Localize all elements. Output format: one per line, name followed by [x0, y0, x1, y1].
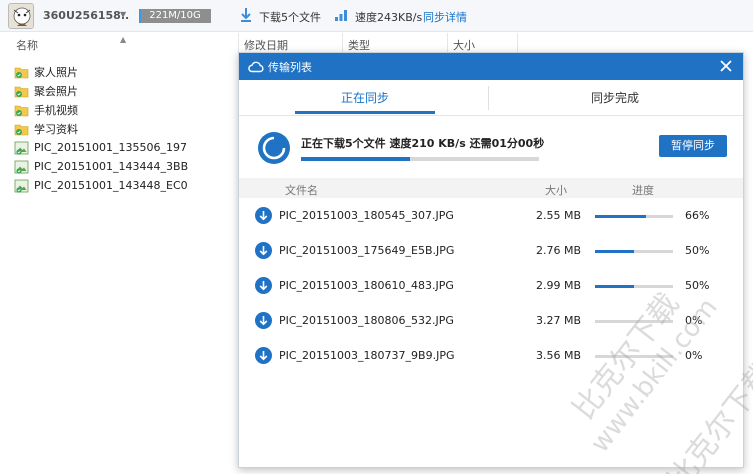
sync-details-link[interactable]: 同步详情 — [423, 9, 467, 25]
transfer-tabs: 正在同步 同步完成 — [239, 80, 743, 116]
column-divider[interactable] — [342, 33, 343, 53]
sync-folder-icon — [14, 67, 29, 78]
transfer-progress-bar — [595, 215, 673, 218]
column-header-name[interactable]: 名称 — [16, 37, 38, 53]
column-header-modified[interactable]: 修改日期 — [244, 37, 288, 53]
transfer-percent: 50% — [685, 279, 710, 292]
transfer-percent: 66% — [685, 209, 710, 222]
transfer-filename: PIC_20151003_180737_9B9.JPG — [279, 349, 455, 362]
download-arrow-icon — [241, 8, 251, 22]
transfer-progress-fill — [595, 285, 634, 288]
list-item[interactable]: 聚会照片 — [14, 81, 234, 100]
header-filename: 文件名 — [285, 184, 318, 197]
transfer-row[interactable]: PIC_20151003_180610_483.JPG 2.99 MB 50% — [239, 268, 743, 303]
sync-status-panel: 正在下载5个文件 速度210 KB/s 还需01分00秒 暂停同步 — [239, 117, 743, 175]
transfer-filename: PIC_20151003_175649_E5B.JPG — [279, 244, 455, 257]
dialog-title: 传输列表 — [268, 61, 312, 74]
transfer-percent: 0% — [685, 349, 703, 362]
file-list: 家人照片 聚会照片 手机视频 学习资料 PIC_20151001_135506_… — [14, 62, 234, 195]
file-list-header: 名称 ▲ 修改日期 类型 大小 — [0, 33, 753, 53]
username[interactable]: 360U256158.. — [43, 9, 129, 22]
column-header-type[interactable]: 类型 — [348, 37, 370, 53]
download-icon — [255, 312, 272, 329]
download-icon — [255, 242, 272, 259]
pause-sync-button[interactable]: 暂停同步 — [659, 135, 727, 157]
sync-folder-icon — [14, 124, 29, 135]
transfer-size: 3.56 MB — [536, 349, 582, 362]
sync-folder-icon — [14, 86, 29, 97]
storage-quota-text: 221M/10G — [149, 10, 201, 21]
image-file-icon — [14, 160, 29, 174]
transfer-size: 2.55 MB — [536, 209, 582, 222]
column-divider[interactable] — [517, 33, 518, 53]
transfer-size: 2.76 MB — [536, 244, 582, 257]
file-name: 聚会照片 — [34, 84, 78, 98]
image-file-icon — [14, 141, 29, 155]
speed-bars-icon — [335, 10, 347, 21]
header-progress: 进度 — [632, 184, 654, 197]
file-name: PIC_20151001_135506_197 — [34, 141, 188, 154]
file-name: 家人照片 — [34, 65, 78, 79]
transfer-progress-fill — [595, 215, 647, 218]
avatar-image — [9, 4, 33, 28]
transfer-progress-bar — [595, 355, 673, 358]
list-item[interactable]: 学习资料 — [14, 119, 234, 138]
sync-folder-icon — [14, 105, 29, 116]
sort-ascending-icon: ▲ — [120, 35, 127, 44]
transfer-list: PIC_20151003_180545_307.JPG 2.55 MB 66% … — [239, 198, 743, 373]
column-header-size[interactable]: 大小 — [453, 37, 475, 53]
tab-sync-complete[interactable]: 同步完成 — [545, 80, 685, 116]
overall-progress-fill — [301, 157, 411, 161]
column-divider[interactable] — [447, 33, 448, 53]
transfer-percent: 0% — [685, 314, 703, 327]
transfer-speed: 速度243KB/s — [355, 11, 423, 24]
list-item[interactable]: PIC_20151001_143448_EC0 — [14, 176, 234, 195]
transfer-list-dialog: 传输列表 正在同步 同步完成 正在下载5个文件 速度210 KB/s 还需01分… — [238, 52, 744, 468]
sync-status-text: 正在下载5个文件 速度210 KB/s 还需01分00秒 — [301, 137, 545, 150]
overall-progress-bar — [301, 157, 539, 161]
file-name: 手机视频 — [34, 103, 78, 117]
account-dropdown-icon[interactable]: ▼ — [120, 10, 126, 19]
list-item[interactable]: 手机视频 — [14, 100, 234, 119]
tab-divider — [488, 86, 489, 110]
file-name: PIC_20151001_143444_3BB — [34, 160, 189, 173]
transfer-size: 2.99 MB — [536, 279, 582, 292]
list-item[interactable]: PIC_20151001_143444_3BB — [14, 157, 234, 176]
download-icon — [255, 277, 272, 294]
close-icon[interactable] — [717, 57, 735, 75]
transfer-filename: PIC_20151003_180806_532.JPG — [279, 314, 454, 327]
list-item[interactable]: 家人照片 — [14, 62, 234, 81]
transfer-progress-bar — [595, 320, 673, 323]
transfer-row[interactable]: PIC_20151003_180806_532.JPG 3.27 MB 0% — [239, 303, 743, 338]
file-name: 学习资料 — [34, 122, 78, 136]
dialog-title-bar[interactable]: 传输列表 — [239, 53, 743, 80]
download-icon — [255, 347, 272, 364]
transfer-row[interactable]: PIC_20151003_180737_9B9.JPG 3.56 MB 0% — [239, 338, 743, 373]
transfer-filename: PIC_20151003_180545_307.JPG — [279, 209, 454, 222]
sync-spinner-icon — [258, 132, 290, 164]
transfer-table-header: 文件名 大小 进度 — [239, 178, 743, 198]
image-file-icon — [14, 179, 29, 193]
file-name: PIC_20151001_143448_EC0 — [34, 179, 188, 192]
transfer-progress-fill — [595, 250, 634, 253]
transfer-progress-bar — [595, 285, 673, 288]
top-bar: 360U256158.. ▼ 221M/10G 下载5个文件 速度243KB/s… — [0, 0, 753, 32]
transfer-progress-bar — [595, 250, 673, 253]
transfer-row[interactable]: PIC_20151003_180545_307.JPG 2.55 MB 66% — [239, 198, 743, 233]
transfer-row[interactable]: PIC_20151003_175649_E5B.JPG 2.76 MB 50% — [239, 233, 743, 268]
column-divider[interactable] — [238, 33, 239, 53]
download-icon — [255, 207, 272, 224]
cloud-icon — [248, 61, 264, 73]
header-size: 大小 — [545, 184, 567, 197]
transfer-size: 3.27 MB — [536, 314, 582, 327]
avatar[interactable] — [8, 3, 34, 29]
transfer-filename: PIC_20151003_180610_483.JPG — [279, 279, 454, 292]
storage-quota-bar: 221M/10G — [139, 9, 211, 23]
active-tab-indicator — [295, 111, 435, 114]
download-status: 下载5个文件 — [259, 11, 321, 24]
list-item[interactable]: PIC_20151001_135506_197 — [14, 138, 234, 157]
transfer-percent: 50% — [685, 244, 710, 257]
